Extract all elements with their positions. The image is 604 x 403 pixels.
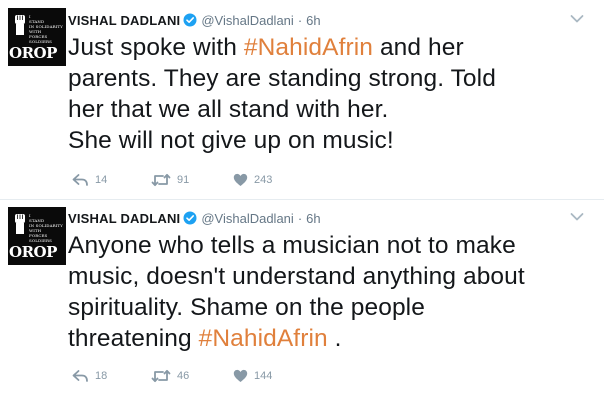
reply-button[interactable]: 18 <box>72 369 151 383</box>
avatar[interactable]: I STAND IN SOLIDARITY WITH FORCES SOLDIE… <box>8 207 66 265</box>
tweet-text-line: Just spoke with #NahidAfrin and her <box>68 34 464 61</box>
tweet-header: VISHAL DADLANI @VishalDadlani · 6h <box>68 209 321 227</box>
author-handle[interactable]: @VishalDadlani <box>201 13 293 28</box>
avatar-brand-text: OROP <box>9 243 57 261</box>
reply-count: 14 <box>95 174 108 186</box>
hashtag-link[interactable]: #NahidAfrin <box>244 34 373 61</box>
tweet-text-line: her that we all stand with her. <box>68 96 389 123</box>
meta-separator: · <box>297 12 303 28</box>
reply-button[interactable]: 14 <box>72 173 151 187</box>
reply-count: 18 <box>95 370 108 382</box>
raised-fist-icon <box>15 214 25 234</box>
heart-icon <box>233 369 248 382</box>
hashtag-link[interactable]: #NahidAfrin <box>199 325 328 352</box>
like-button[interactable]: 243 <box>233 173 272 187</box>
verified-badge-icon <box>183 13 197 27</box>
like-count: 144 <box>254 370 273 382</box>
retweet-icon <box>151 369 171 383</box>
author-handle[interactable]: @VishalDadlani <box>201 211 293 226</box>
tweet-timestamp[interactable]: 6h <box>306 13 320 28</box>
author-name[interactable]: VISHAL DADLANI <box>68 13 180 28</box>
retweet-button[interactable]: 91 <box>151 173 233 187</box>
chevron-down-icon[interactable] <box>570 14 584 24</box>
tweet-text: Just spoke with #NahidAfrin and her pare… <box>68 32 598 156</box>
author-name[interactable]: VISHAL DADLANI <box>68 211 180 226</box>
reply-icon <box>72 174 88 186</box>
retweet-count: 46 <box>177 370 190 382</box>
tweet-actions: 14 91 243 <box>72 172 272 188</box>
tweet-actions: 18 46 144 <box>72 368 272 384</box>
heart-icon <box>233 173 248 186</box>
raised-fist-icon <box>15 15 25 35</box>
tweet-timestamp[interactable]: 6h <box>306 211 320 226</box>
tweet-text-line: music, doesn't understand anything about <box>68 263 525 290</box>
tweet-text-line: parents. They are standing strong. Told <box>68 65 496 92</box>
tweet-timeline: I STAND IN SOLIDARITY WITH FORCES SOLDIE… <box>0 0 604 403</box>
tweet-text-line: threatening #NahidAfrin . <box>68 325 342 352</box>
chevron-down-icon[interactable] <box>570 212 584 222</box>
tweet-header: VISHAL DADLANI @VishalDadlani · 6h <box>68 11 321 29</box>
retweet-count: 91 <box>177 174 190 186</box>
tweet-text-line: She will not give up on music! <box>68 127 394 154</box>
meta-separator: · <box>297 210 303 226</box>
tweet-text-line: spirituality. Shame on the people <box>68 294 425 321</box>
tweet-text: Anyone who tells a musician not to make … <box>68 230 598 354</box>
tweet[interactable]: I STAND IN SOLIDARITY WITH FORCES SOLDIE… <box>0 0 604 200</box>
verified-badge-icon <box>183 211 197 225</box>
retweet-button[interactable]: 46 <box>151 369 233 383</box>
tweet[interactable]: I STAND IN SOLIDARITY WITH FORCES SOLDIE… <box>0 200 604 403</box>
avatar[interactable]: I STAND IN SOLIDARITY WITH FORCES SOLDIE… <box>8 8 66 66</box>
avatar-slogan: I STAND IN SOLIDARITY WITH FORCES SOLDIE… <box>29 14 63 44</box>
tweet-text-line: Anyone who tells a musician not to make <box>68 232 516 259</box>
avatar-brand-text: OROP <box>9 44 57 62</box>
retweet-icon <box>151 173 171 187</box>
like-button[interactable]: 144 <box>233 369 272 383</box>
reply-icon <box>72 370 88 382</box>
like-count: 243 <box>254 174 273 186</box>
avatar-slogan: I STAND IN SOLIDARITY WITH FORCES SOLDIE… <box>29 213 63 243</box>
